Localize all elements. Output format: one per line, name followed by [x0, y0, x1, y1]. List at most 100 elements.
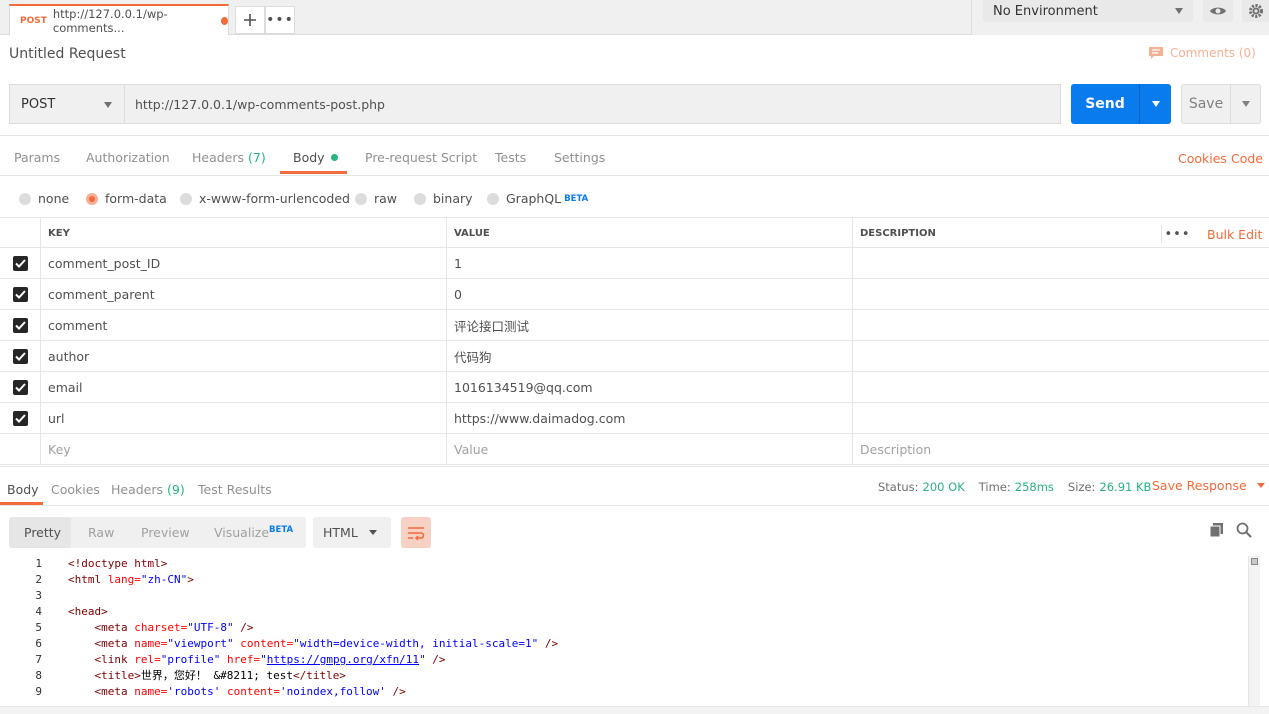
row-checkbox[interactable] — [12, 411, 28, 426]
view-visualize-label: Visualize — [214, 525, 270, 541]
url-input[interactable] — [125, 84, 1061, 124]
response-code-viewer[interactable]: 1 <!doctype html> 2 <html lang="zh-CN"> 3 … — [0, 556, 1248, 714]
wrap-lines-icon — [408, 526, 425, 540]
row-value[interactable]: 1016134519@qq.com — [446, 372, 852, 403]
headers-count: (7) — [248, 150, 266, 165]
tab-params[interactable]: Params — [14, 150, 60, 165]
row-value[interactable]: 评论接口测试 — [446, 310, 852, 341]
row-checkbox[interactable] — [12, 349, 28, 364]
size-value[interactable]: 26.91 KB — [1099, 480, 1151, 494]
response-tab-cookies[interactable]: Cookies — [51, 482, 100, 497]
response-tab-test-results[interactable]: Test Results — [198, 482, 272, 497]
save-button[interactable]: Save — [1181, 84, 1261, 124]
send-options-button[interactable] — [1140, 101, 1171, 107]
method-select[interactable]: POST — [9, 84, 125, 124]
code-line: 1 <!doctype html> — [0, 556, 167, 572]
send-button-label: Send — [1085, 96, 1125, 112]
caret-down-icon — [1256, 483, 1265, 488]
time-value[interactable]: 258ms — [1015, 480, 1054, 494]
save-options-button[interactable] — [1231, 101, 1260, 107]
radio-raw[interactable]: raw — [355, 191, 397, 206]
tab-body[interactable]: Body — [293, 150, 338, 165]
request-tabs: Params Authorization Headers (7) Body Pr… — [0, 135, 1269, 176]
row-value[interactable]: 0 — [446, 279, 852, 310]
environment-quick-look-button[interactable] — [1203, 0, 1233, 22]
radio-form-data[interactable]: form-data — [86, 191, 167, 206]
table-options-button[interactable]: ••• — [1161, 225, 1193, 243]
row-checkbox[interactable] — [12, 287, 28, 302]
row-key[interactable]: author — [40, 341, 446, 372]
response-tab-body[interactable]: Body — [7, 482, 39, 497]
row-key[interactable]: email — [40, 372, 446, 403]
new-key-input[interactable]: Key — [40, 434, 446, 465]
row-description[interactable] — [852, 403, 1269, 434]
row-value[interactable]: 1 — [446, 248, 852, 279]
row-key[interactable]: comment_post_ID — [40, 248, 446, 279]
environment-select[interactable]: No Environment — [983, 0, 1193, 22]
request-title[interactable]: Untitled Request — [9, 46, 126, 62]
copy-button[interactable] — [1208, 521, 1226, 539]
view-visualize-button[interactable]: VisualizeBETA — [214, 525, 293, 540]
row-description[interactable] — [852, 372, 1269, 403]
manage-environments-button[interactable] — [1242, 0, 1269, 22]
vertical-scrollbar[interactable] — [1248, 556, 1260, 714]
radio-none[interactable]: none — [19, 191, 69, 206]
view-pretty-button[interactable]: Pretty — [24, 525, 61, 540]
cookies-link[interactable]: Cookies — [1178, 151, 1227, 166]
view-preview-button[interactable]: Preview — [141, 525, 190, 540]
radio-graphql[interactable]: GraphQL BETA — [487, 191, 588, 206]
table-row: email 1016134519@qq.com — [0, 372, 1269, 403]
code-link[interactable]: Code — [1231, 151, 1263, 166]
comments-button[interactable]: Comments (0) — [1148, 46, 1256, 60]
row-checkbox[interactable] — [12, 380, 28, 395]
radio-circle-icon — [19, 192, 31, 205]
save-response-label: Save Response — [1152, 478, 1247, 493]
language-select[interactable]: HTML — [313, 517, 391, 548]
tab-tests[interactable]: Tests — [495, 150, 526, 165]
response-tab-headers[interactable]: Headers (9) — [111, 482, 185, 497]
tab-authorization[interactable]: Authorization — [86, 150, 170, 165]
table-header: KEY VALUE DESCRIPTION — [0, 217, 1269, 249]
save-response-button[interactable]: Save Response — [1152, 478, 1265, 493]
radio-binary[interactable]: binary — [414, 191, 473, 206]
active-response-tab-indicator — [0, 502, 43, 505]
comment-icon — [1149, 47, 1163, 59]
status-value[interactable]: 200 OK — [923, 480, 965, 494]
row-key[interactable]: comment_parent — [40, 279, 446, 310]
row-key[interactable]: comment — [40, 310, 446, 341]
tab-options-button[interactable]: ••• — [265, 6, 295, 34]
radio-urlencoded[interactable]: x-www-form-urlencoded — [180, 191, 350, 206]
code-line: 6 <meta name="viewport" content="width=d… — [0, 636, 558, 652]
row-description[interactable] — [852, 248, 1269, 279]
send-button[interactable]: Send — [1071, 84, 1171, 124]
bulk-edit-link[interactable]: Bulk Edit — [1207, 227, 1262, 242]
wrap-lines-button[interactable] — [401, 517, 431, 548]
copy-icon — [1209, 523, 1223, 538]
beta-badge: BETA — [564, 193, 589, 204]
row-description[interactable] — [852, 310, 1269, 341]
new-tab-button[interactable] — [235, 6, 265, 34]
table-row: author 代码狗 — [0, 341, 1269, 372]
new-description-input[interactable]: Description — [852, 434, 1269, 465]
view-raw-button[interactable]: Raw — [88, 525, 114, 540]
new-value-input[interactable]: Value — [446, 434, 852, 465]
scrollbar-thumb[interactable] — [1251, 558, 1258, 565]
line-number: 2 — [35, 573, 42, 586]
active-tab-indicator — [280, 171, 347, 174]
search-button[interactable] — [1235, 521, 1253, 539]
row-description[interactable] — [852, 341, 1269, 372]
tab-headers[interactable]: Headers (7) — [192, 150, 266, 165]
size-label: Size: — [1067, 480, 1096, 494]
radio-circle-icon — [355, 192, 367, 205]
row-description[interactable] — [852, 279, 1269, 310]
tab-prerequest-script[interactable]: Pre-request Script — [365, 150, 477, 165]
row-checkbox[interactable] — [12, 318, 28, 333]
request-tab[interactable]: POST http://127.0.0.1/wp-comments... — [9, 4, 229, 35]
row-checkbox[interactable] — [12, 256, 28, 271]
row-value[interactable]: 代码狗 — [446, 341, 852, 372]
plus-icon — [244, 14, 256, 26]
tab-settings[interactable]: Settings — [554, 150, 605, 165]
row-key[interactable]: url — [40, 403, 446, 434]
row-value[interactable]: https://www.daimadog.com — [446, 403, 852, 434]
radio-none-label: none — [38, 191, 70, 206]
